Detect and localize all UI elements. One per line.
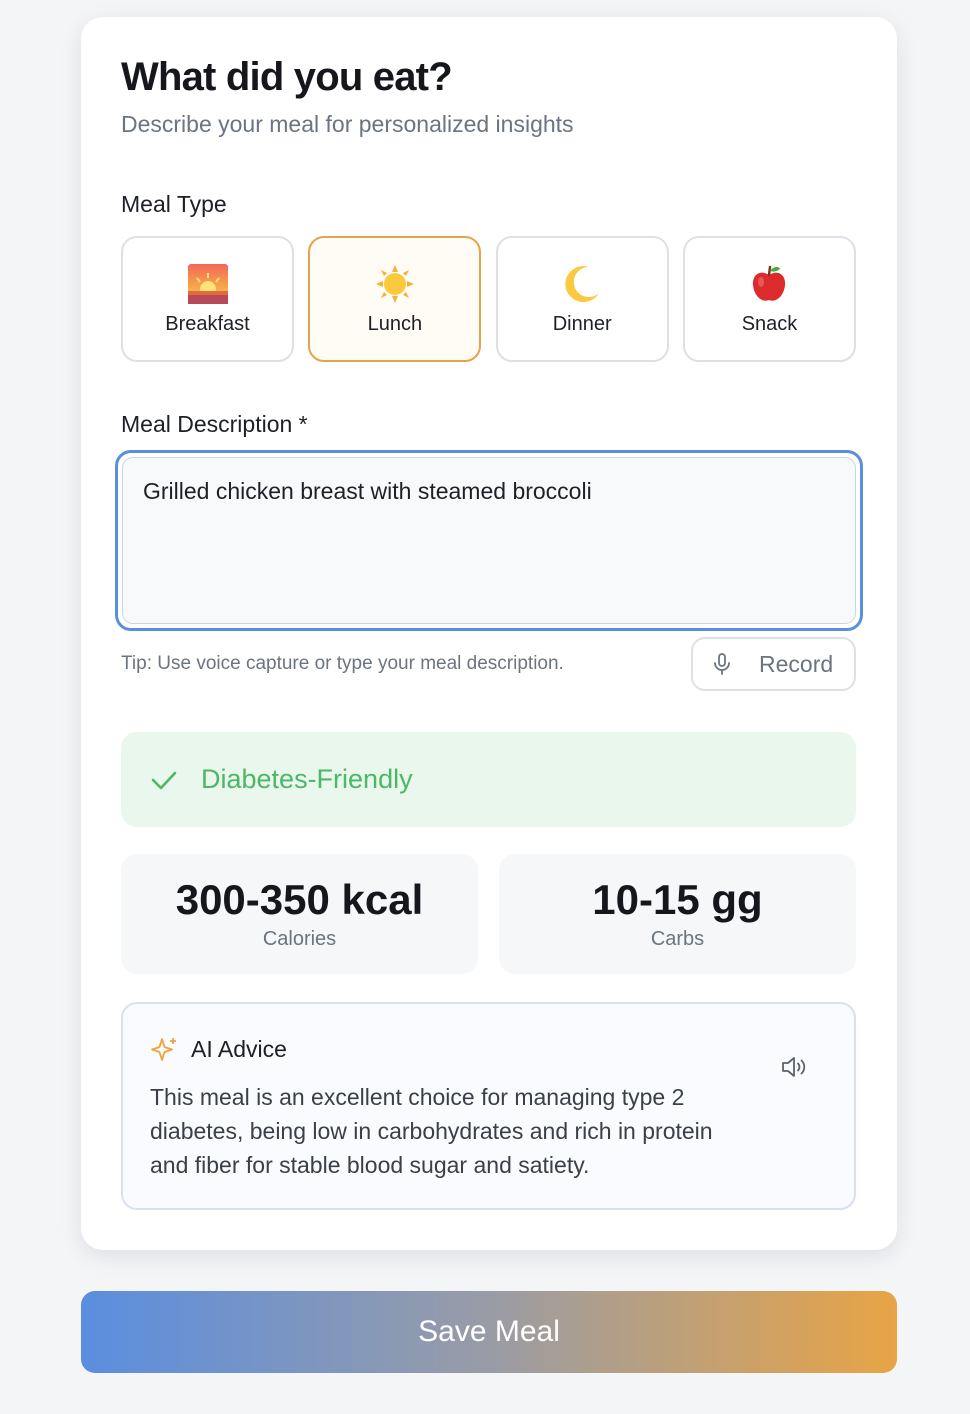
voice-tip-text: Tip: Use voice capture or type your meal… [121,653,564,674]
calories-stat: 300-350 kcal Calories [121,854,478,974]
carbs-label: Carbs [650,928,705,950]
save-meal-button[interactable]: Save Meal [81,1291,897,1373]
meal-type-label: Meal Type [121,191,227,217]
speaker-icon[interactable] [779,1052,809,1082]
sun-icon [375,264,414,303]
meal-type-breakfast-button[interactable]: Breakfast [121,236,294,362]
meal-description-label: Meal Description * [121,411,308,437]
meal-type-selector: Breakfast Lunch Dinner Snack [121,236,856,362]
carbs-value: 10-15 gg [592,876,763,923]
calories-value: 300-350 kcal [175,876,424,923]
meal-type-dinner-button[interactable]: Dinner [495,236,669,362]
meal-entry-card: What did you eat? Describe your meal for… [81,17,897,1250]
microphone-icon [714,653,730,675]
carbs-stat: 10-15 gg Carbs [499,854,856,974]
ai-advice-text: This meal is an excellent choice for man… [150,1084,713,1178]
sunrise-icon [187,263,228,304]
meal-type-label-lunch: Lunch [367,312,423,335]
meal-type-snack-button[interactable]: Snack [682,236,856,362]
meal-type-lunch-button[interactable]: Lunch [308,236,482,362]
meal-type-label-snack: Snack [741,312,798,335]
meal-description-input[interactable]: Grilled chicken breast with steamed broc… [122,457,856,624]
record-button-label: Record [759,650,834,677]
page-subtitle: Describe your meal for personalized insi… [121,111,574,137]
apple-icon [753,265,786,301]
diabetes-status-banner: Diabetes-Friendly [121,732,856,827]
sparkle-icon [151,1038,176,1061]
page-title: What did you eat? [121,55,453,99]
meal-description-focus-ring: Grilled chicken breast with steamed broc… [115,450,863,631]
calories-label: Calories [262,928,337,950]
ai-advice-title: AI Advice [191,1036,287,1062]
crescent-moon-icon [565,265,600,302]
record-button[interactable]: Record [691,637,856,691]
meal-type-label-dinner: Dinner [552,312,612,335]
ai-advice-panel: AI Advice This meal is an excellent choi… [121,1002,856,1210]
status-label: Diabetes-Friendly [201,764,413,794]
meal-type-label-breakfast: Breakfast [165,312,250,335]
checkmark-icon [151,771,177,789]
